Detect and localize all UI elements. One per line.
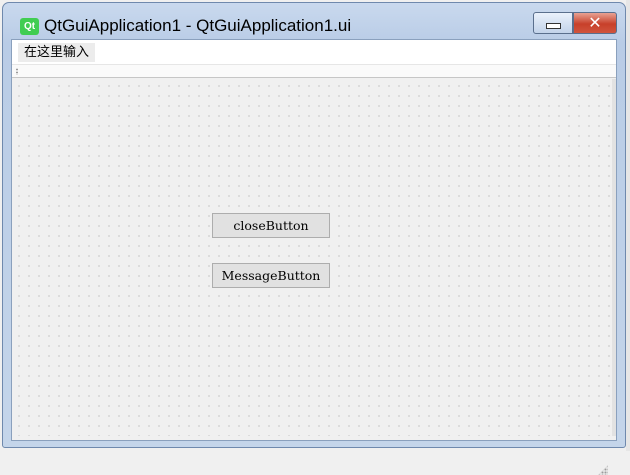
toolbar-handle-icon[interactable] <box>16 68 18 75</box>
tool-bar <box>12 64 616 78</box>
background-edge <box>626 0 630 451</box>
minimize-button[interactable] <box>533 12 573 34</box>
close-icon: ✕ <box>588 13 602 32</box>
size-grip-icon[interactable] <box>598 465 608 475</box>
form-editor-grid[interactable]: closeButton MessageButton <box>12 79 613 475</box>
qt-logo-icon: Qt <box>20 18 39 35</box>
menu-bar: 在这里输入 <box>12 40 616 64</box>
right-edge <box>612 79 616 436</box>
message-button[interactable]: MessageButton <box>212 263 330 288</box>
window-title: QtGuiApplication1 - QtGuiApplication1.ui <box>44 16 352 35</box>
main-window: Qt QtGuiApplication1 - QtGuiApplication1… <box>2 2 626 475</box>
close-window-button[interactable]: ✕ <box>573 12 617 34</box>
title-bar[interactable]: Qt QtGuiApplication1 - QtGuiApplication1… <box>3 3 625 41</box>
menu-type-here-item[interactable]: 在这里输入 <box>18 43 96 62</box>
close-button[interactable]: closeButton <box>212 213 330 238</box>
client-area: 在这里输入 closeButton MessageButton <box>11 39 617 475</box>
minimize-icon <box>545 23 561 29</box>
